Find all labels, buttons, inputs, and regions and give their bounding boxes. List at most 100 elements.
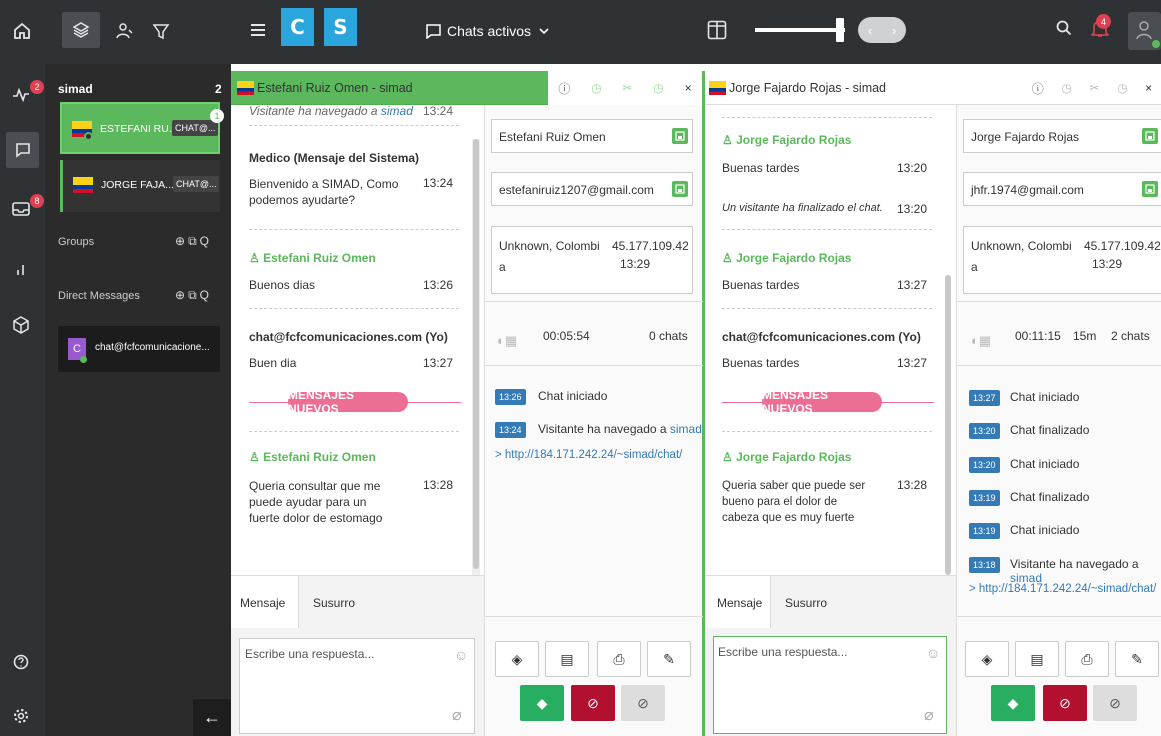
chats-nav-button[interactable]	[6, 132, 39, 168]
settings-icon[interactable]	[13, 708, 29, 724]
print-button[interactable]: ⎙	[1065, 641, 1109, 677]
edit-button[interactable]: ✎	[1115, 641, 1159, 677]
scrollbar-thumb[interactable]	[945, 275, 951, 575]
chats-activos-dropdown[interactable]: Chats activos	[426, 23, 549, 39]
visitor-email-field[interactable]: estefaniruiz1207@gmail.com	[491, 172, 693, 206]
home-icon[interactable]	[13, 22, 31, 40]
zoom-slider-handle[interactable]	[836, 18, 844, 42]
close-icon[interactable]: ×	[1145, 81, 1152, 95]
panel-nav-arrows[interactable]: ‹ ›	[858, 17, 906, 43]
event-text: Chat iniciado	[1010, 390, 1080, 404]
history-icon[interactable]: ◷	[653, 81, 663, 95]
hamburger-icon[interactable]	[250, 22, 266, 38]
group-count: 2	[215, 82, 222, 96]
save-icon[interactable]	[1142, 181, 1158, 197]
attach-icon[interactable]: ⌀	[452, 705, 462, 725]
tag-button[interactable]: ◈	[965, 641, 1009, 677]
inbox-icon[interactable]	[12, 200, 30, 216]
help-icon[interactable]	[13, 654, 29, 670]
tab-susurro[interactable]: Susurro	[785, 596, 827, 610]
tag-icon: ◆	[1007, 694, 1019, 711]
msg-text: Buenas tardes	[722, 278, 800, 292]
tile-c[interactable]: C	[281, 8, 314, 46]
chevron-right-icon[interactable]: ›	[892, 23, 896, 38]
edit-button[interactable]: ✎	[647, 641, 691, 677]
block-button[interactable]: ⊘	[1043, 685, 1087, 721]
visited-url[interactable]: > http://184.171.242.24/~simad/chat/	[969, 583, 1156, 595]
visited-url[interactable]: > http://184.171.242.24/~simad/chat/	[495, 449, 682, 461]
chat-item-estefani[interactable]: ESTEFANI RU... CHAT@... 1	[60, 102, 224, 154]
tab-susurro[interactable]: Susurro	[313, 596, 355, 610]
event-text: Visitante ha navegado a simad	[1010, 557, 1139, 585]
info-icon[interactable]: ⓘ	[1032, 80, 1044, 97]
scissors-icon[interactable]: ✂	[622, 81, 632, 95]
simad-link[interactable]: simad	[670, 422, 702, 436]
dm-item[interactable]: C chat@fcfcomunicacione...	[58, 326, 220, 372]
zoom-slider-track[interactable]	[755, 28, 845, 32]
accept-button[interactable]: ◆	[520, 685, 564, 721]
divider	[957, 365, 1161, 366]
history-icon[interactable]: ◷	[1117, 81, 1127, 95]
left-rail: 2 8	[0, 64, 45, 736]
accept-button[interactable]: ◆	[991, 685, 1035, 721]
msg-time: 13:28	[423, 478, 454, 492]
emoji-icon[interactable]: ☺	[926, 645, 940, 661]
collapse-sidebar-button[interactable]: ←	[193, 699, 231, 736]
search-icon[interactable]: Q	[200, 288, 209, 303]
tile-s[interactable]: S	[324, 8, 357, 46]
location-cont: a	[499, 260, 506, 274]
bar-chart-icon[interactable]	[14, 262, 28, 276]
layers-button[interactable]	[62, 12, 100, 48]
save-icon[interactable]	[1142, 128, 1158, 144]
reply-input[interactable]: Escribe una respuesta... ☺ ⌀	[713, 636, 947, 734]
scissors-icon[interactable]: ✂	[1089, 81, 1099, 95]
save-icon[interactable]	[672, 181, 688, 197]
reply-placeholder: Escribe una respuesta...	[718, 645, 848, 659]
copy-icon[interactable]: ⧉	[188, 288, 197, 303]
close-icon[interactable]: ×	[685, 81, 692, 95]
tag-button[interactable]: ◈	[495, 641, 539, 677]
user-filter-icon[interactable]	[116, 22, 134, 40]
cube-icon[interactable]	[13, 316, 29, 334]
split-view-icon[interactable]	[707, 20, 727, 40]
chat-tag: CHAT@...	[173, 176, 220, 192]
emoji-icon[interactable]: ☺	[454, 647, 468, 663]
attach-icon[interactable]: ⌀	[924, 705, 934, 725]
clock-icon[interactable]: ◷	[591, 81, 601, 95]
msg-author: ♙ Jorge Fajardo Rojas	[722, 251, 852, 265]
tag-icon: ◈	[511, 650, 523, 667]
chat-count: 2 chats	[1111, 329, 1150, 343]
tab-mensaje[interactable]: Mensaje	[231, 576, 299, 628]
user-avatar[interactable]	[1128, 12, 1161, 50]
reply-input[interactable]: Escribe una respuesta... ☺ ⌀	[239, 638, 475, 734]
hide-button[interactable]: ⊘	[1093, 685, 1137, 721]
copy-icon[interactable]: ⧉	[188, 234, 197, 249]
chat-item-jorge[interactable]: JORGE FAJA... CHAT@...	[60, 160, 220, 212]
info-icon[interactable]: ⓘ	[558, 80, 570, 97]
simad-link[interactable]: simad	[381, 105, 413, 118]
search-icon[interactable]	[1056, 20, 1072, 36]
block-button[interactable]: ⊘	[571, 685, 615, 721]
add-group-icon[interactable]: ⊕	[175, 234, 185, 249]
chevron-left-icon[interactable]: ‹	[868, 23, 872, 38]
save-icon[interactable]	[672, 128, 688, 144]
copy-button[interactable]: ▤	[545, 641, 589, 677]
scrollbar-thumb[interactable]	[473, 139, 479, 569]
divider	[485, 616, 703, 617]
filter-icon[interactable]	[152, 22, 170, 40]
activity-icon[interactable]	[12, 88, 30, 102]
search-icon[interactable]: Q	[200, 234, 209, 249]
tag-icon: ◈	[981, 650, 993, 667]
print-button[interactable]: ⎙	[597, 641, 641, 677]
msg-text: Queria saber que puede ser bueno para el…	[722, 480, 866, 524]
visitor-email-field[interactable]: jhfr.1974@gmail.com	[963, 172, 1161, 206]
user-icon: ♙	[249, 251, 264, 265]
tab-mensaje[interactable]: Mensaje	[705, 576, 771, 628]
clock-icon[interactable]: ◷	[1061, 81, 1071, 95]
hide-button[interactable]: ⊘	[621, 685, 665, 721]
visitor-name-field[interactable]: Estefani Ruiz Omen	[491, 119, 693, 153]
visitor-name-field[interactable]: Jorge Fajardo Rojas	[963, 119, 1161, 153]
edit-icon: ✎	[1131, 650, 1143, 667]
add-dm-icon[interactable]: ⊕	[175, 288, 185, 303]
copy-button[interactable]: ▤	[1015, 641, 1059, 677]
